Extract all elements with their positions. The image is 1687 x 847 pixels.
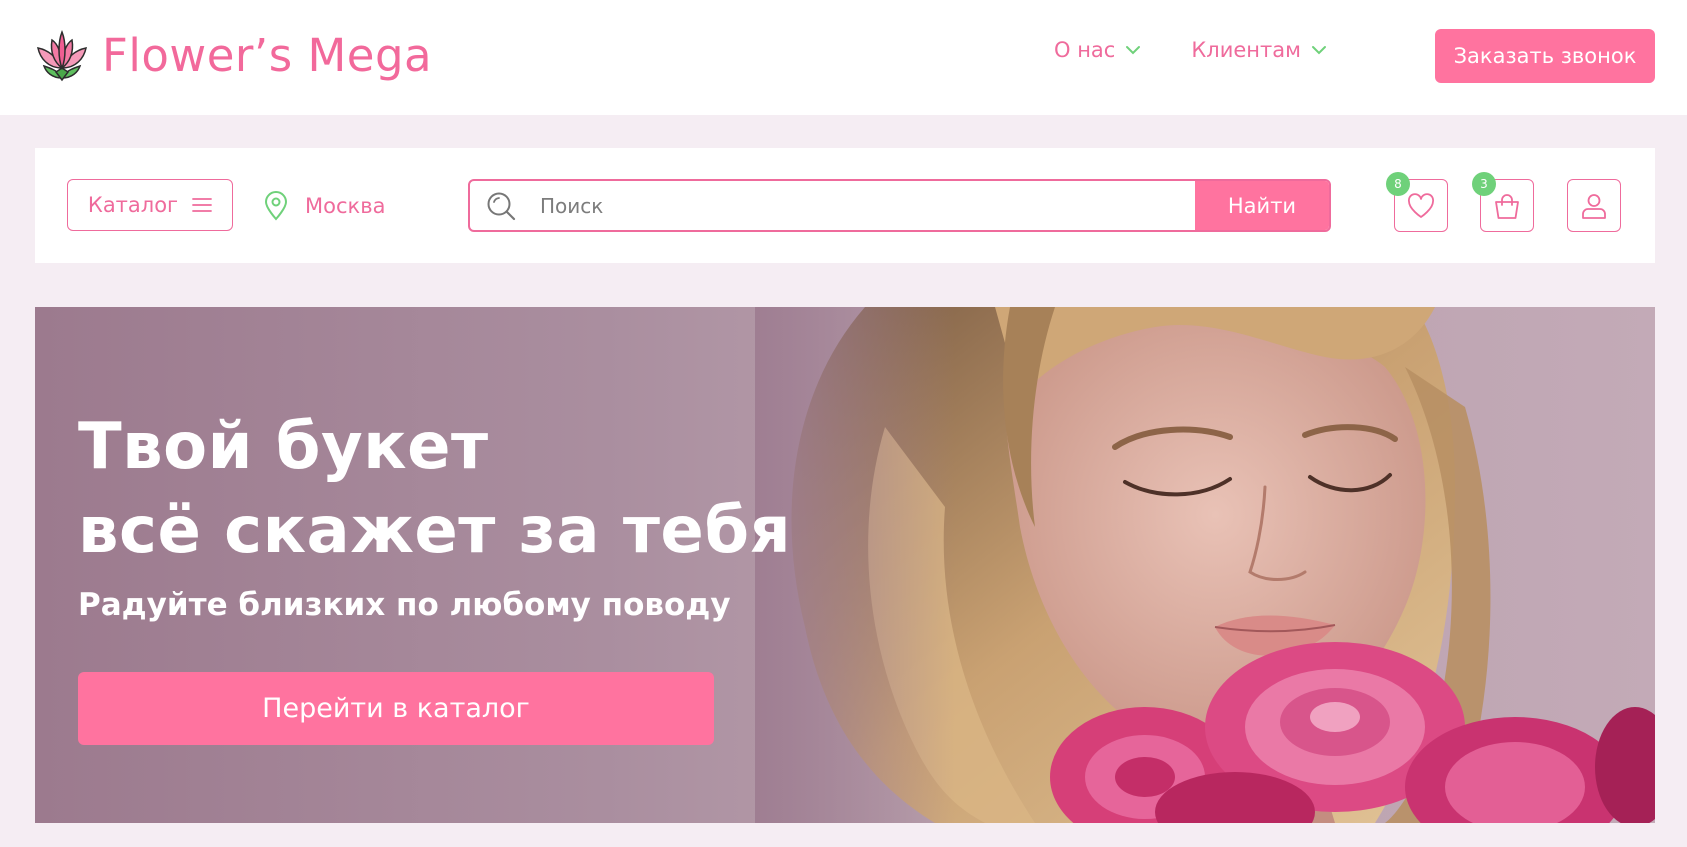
city-selector[interactable]: Москва [263,191,385,221]
nav-item-clients[interactable]: Клиентам [1191,38,1327,62]
user-icon [1582,193,1606,219]
main-nav: О нас Клиентам [1054,38,1377,62]
catalog-button[interactable]: Каталог [67,179,233,231]
go-to-catalog-button[interactable]: Перейти в каталог [78,672,714,745]
logo[interactable]: Flower’s Mega [34,28,432,84]
chevron-down-icon [1126,46,1141,55]
location-pin-icon [264,191,288,221]
favorites-count-badge: 8 [1386,172,1410,196]
search-icon [487,192,516,220]
menu-icon [192,198,212,212]
search-bar: Каталог Москва Найти 8 3 [35,148,1655,263]
search-input[interactable] [516,181,1195,230]
hero-title: Твой букет всё скажет за тебя [78,410,792,568]
search-form: Найти [468,179,1331,232]
top-header: Flower’s Mega О нас Клиентам Заказать зв… [0,0,1687,115]
hero-subtitle: Радуйте близких по любому поводу [78,587,731,623]
shopping-bag-icon [1495,193,1519,219]
search-button[interactable]: Найти [1195,181,1329,230]
profile-button[interactable] [1567,179,1621,232]
city-name: Москва [305,194,386,218]
catalog-button-label: Каталог [87,193,179,217]
chevron-down-icon [1311,46,1326,55]
request-callback-button[interactable]: Заказать звонок [1435,29,1655,83]
favorites-button[interactable]: 8 [1386,172,1448,232]
cart-button[interactable]: 3 [1472,172,1534,232]
heart-icon [1408,192,1434,218]
lotus-logo-icon [37,29,87,82]
nav-item-about[interactable]: О нас [1054,38,1141,62]
cart-count-badge: 3 [1472,172,1496,196]
nav-item-label: Клиентам [1191,38,1301,62]
hero-banner: Твой букет всё скажет за тебя Радуйте бл… [35,307,1655,823]
nav-item-label: О нас [1054,38,1116,62]
logo-text: Flower’s Mega [102,29,433,82]
